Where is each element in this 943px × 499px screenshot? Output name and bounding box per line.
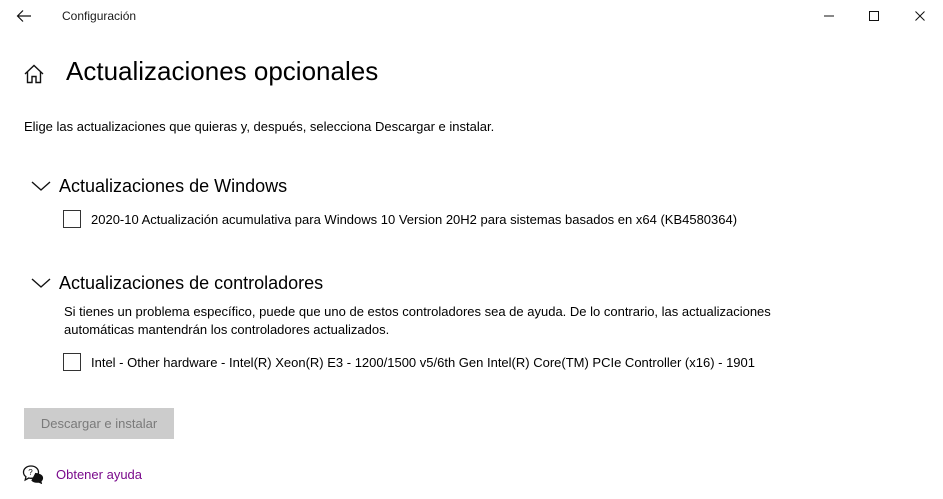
- home-icon[interactable]: [22, 62, 46, 86]
- get-help-link[interactable]: Obtener ayuda: [56, 467, 142, 482]
- minimize-icon: [824, 15, 834, 17]
- driver-update-label: Intel - Other hardware - Intel(R) Xeon(R…: [91, 354, 755, 370]
- section-driver-updates-header[interactable]: Actualizaciones de controladores: [30, 271, 323, 295]
- title-bar: Configuración: [0, 0, 943, 32]
- chevron-down-icon: [31, 181, 51, 191]
- download-install-button[interactable]: Descargar e instalar: [24, 408, 174, 439]
- section-driver-updates-title: Actualizaciones de controladores: [59, 272, 324, 293]
- minimize-button[interactable]: [806, 0, 852, 32]
- windows-update-label: 2020-10 Actualización acumulativa para W…: [91, 211, 738, 227]
- maximize-icon: [869, 11, 879, 21]
- svg-text:?: ?: [28, 468, 33, 477]
- page-title: Actualizaciones opcionales: [66, 56, 379, 86]
- page-intro: Elige las actualizaciones que quieras y,…: [24, 119, 495, 134]
- help-chat-icon: ?: [22, 465, 44, 484]
- get-help[interactable]: ? Obtener ayuda: [22, 463, 142, 485]
- driver-update-item[interactable]: Intel - Other hardware - Intel(R) Xeon(R…: [63, 351, 755, 373]
- driver-updates-description: Si tienes un problema específico, puede …: [64, 304, 771, 337]
- chevron-down-icon: [31, 278, 51, 288]
- windows-update-checkbox[interactable]: [63, 210, 81, 228]
- section-windows-updates-title: Actualizaciones de Windows: [59, 175, 288, 196]
- window-title: Configuración: [62, 9, 137, 23]
- driver-update-checkbox[interactable]: [63, 353, 81, 371]
- back-button[interactable]: [10, 4, 38, 28]
- windows-update-item[interactable]: 2020-10 Actualización acumulativa para W…: [63, 208, 737, 230]
- close-button[interactable]: [897, 0, 943, 32]
- back-arrow-icon: [16, 10, 31, 22]
- close-icon: [915, 11, 925, 21]
- section-windows-updates-header[interactable]: Actualizaciones de Windows: [30, 174, 287, 198]
- maximize-button[interactable]: [851, 0, 897, 32]
